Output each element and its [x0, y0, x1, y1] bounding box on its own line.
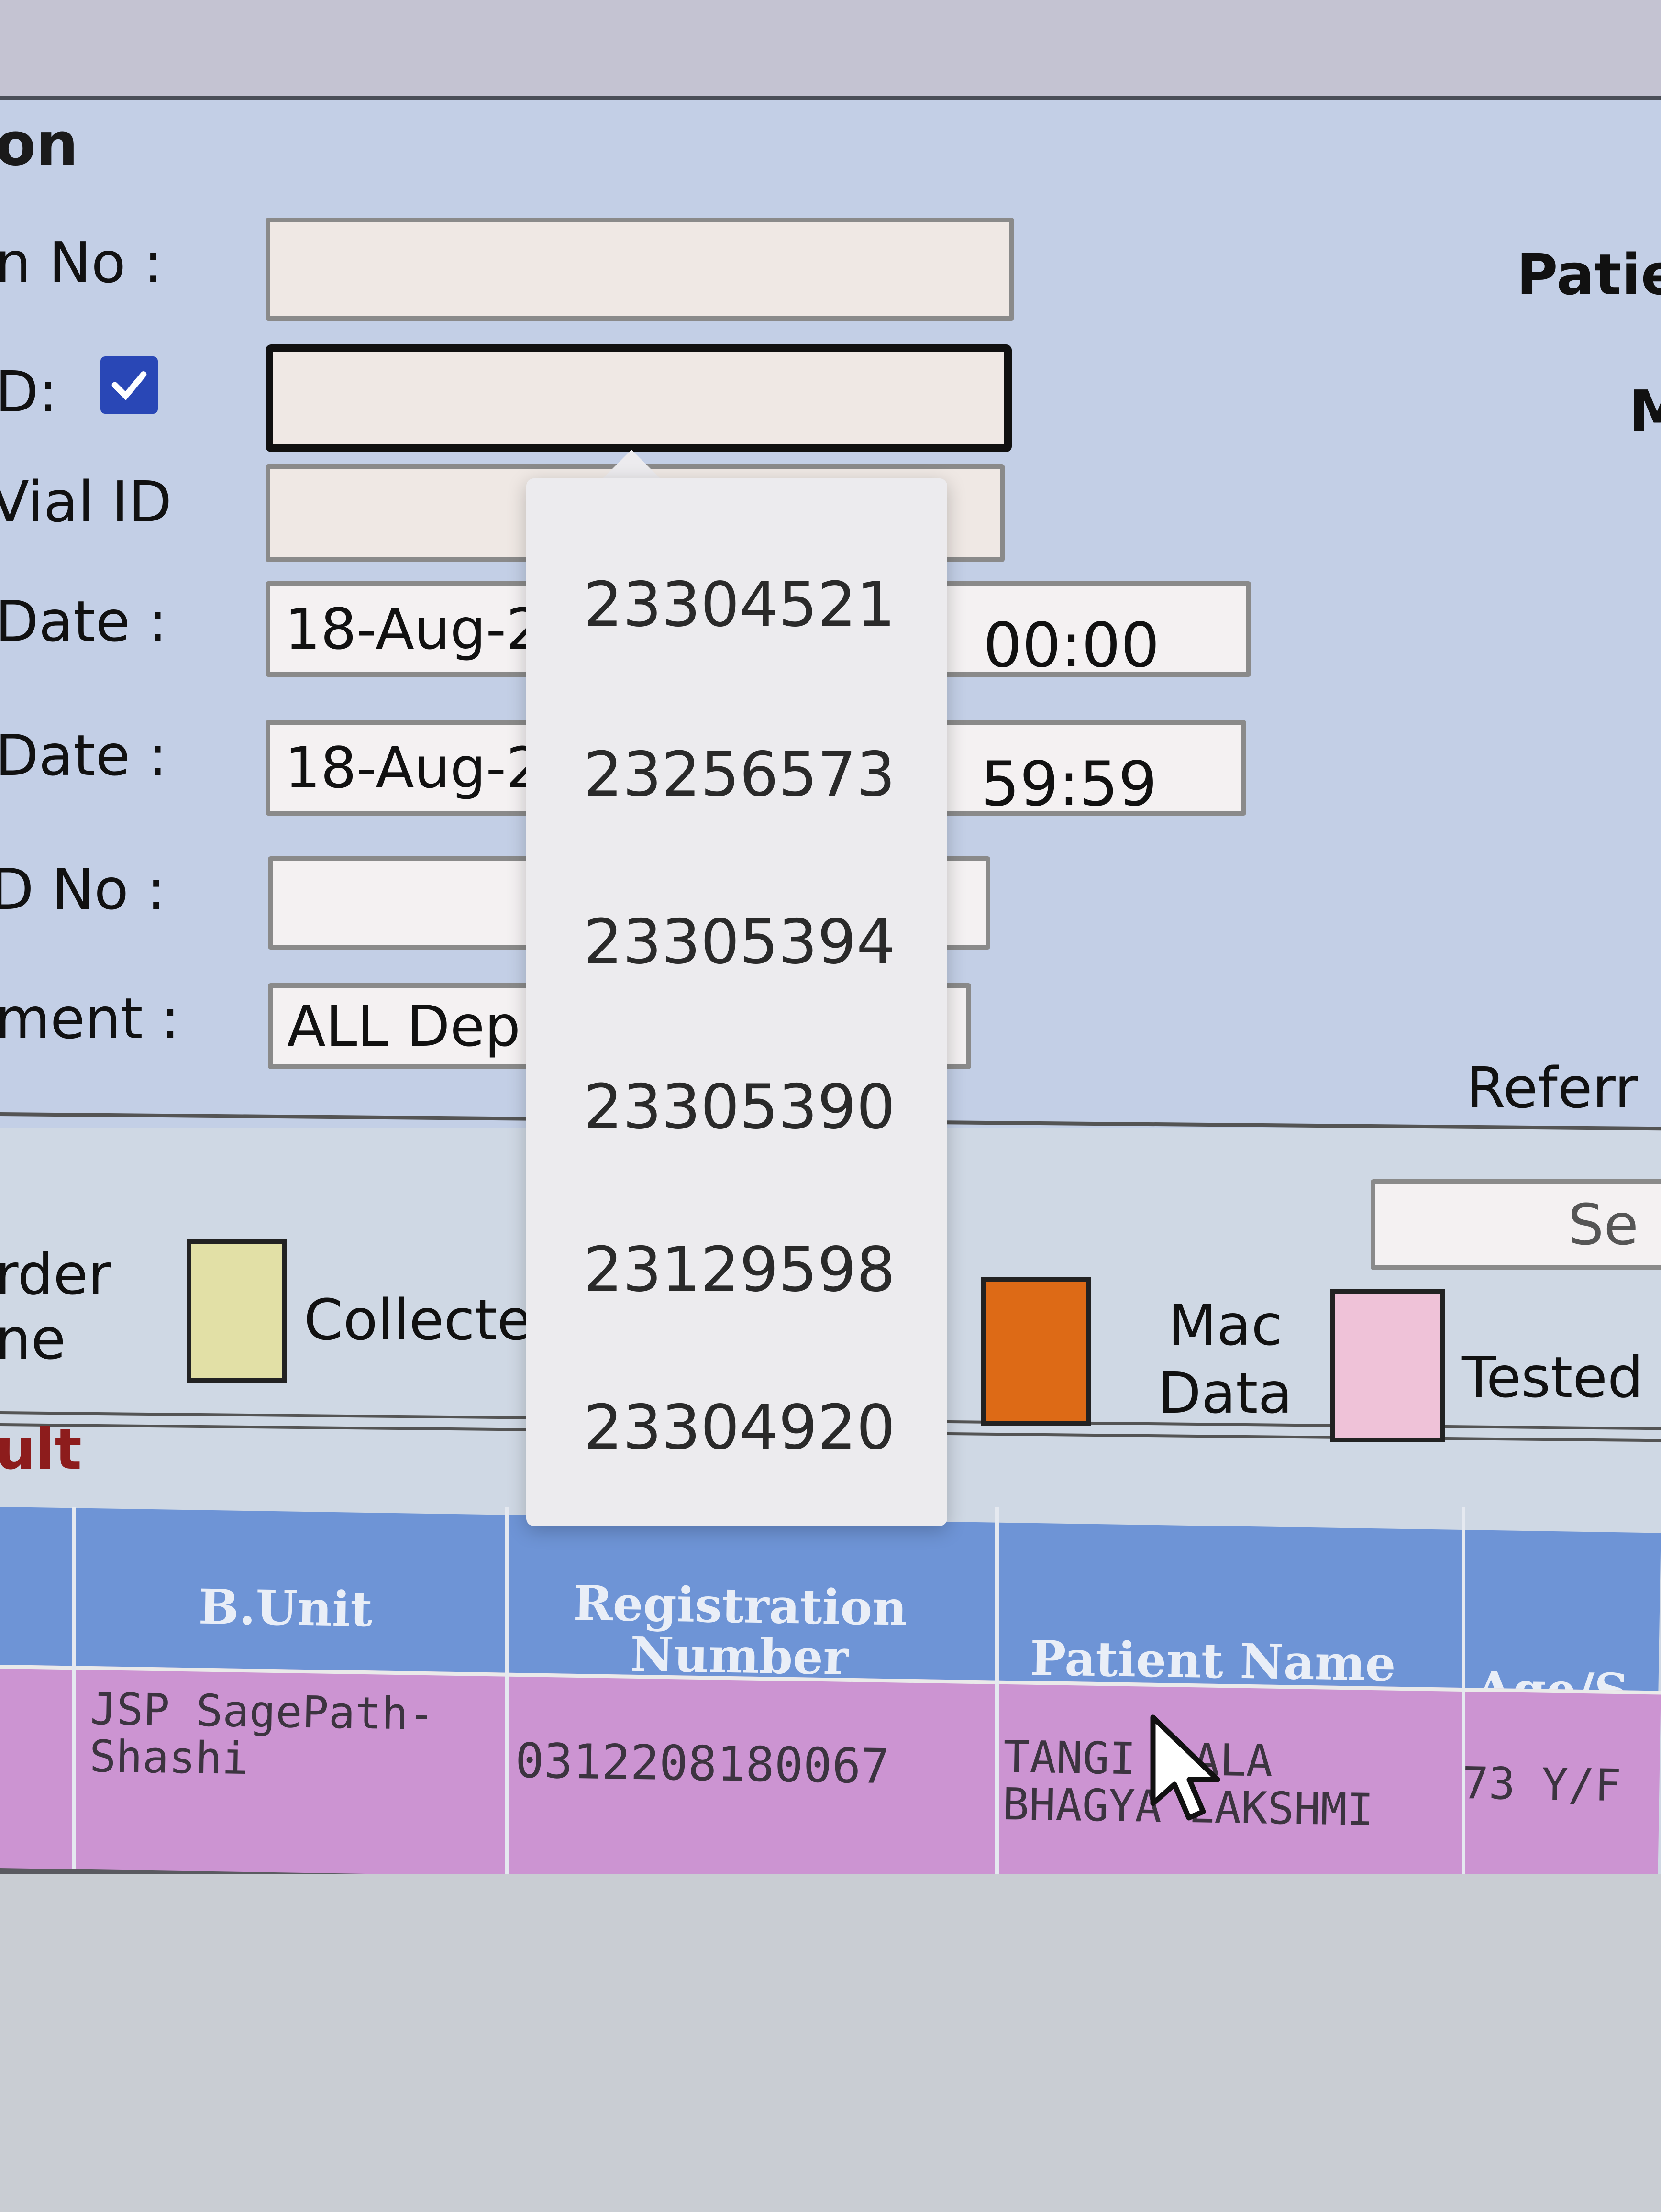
- cell-registration-number: 0312208180067: [515, 1732, 890, 1795]
- column-divider: [505, 1507, 509, 1875]
- op-no-label: D No :: [0, 856, 166, 922]
- cell-b-unit: JSP SagePath- Shashi: [89, 1683, 435, 1785]
- column-header-patient-name[interactable]: Patient Name: [1016, 1630, 1409, 1692]
- dropdown-option[interactable]: 23304920: [526, 1392, 947, 1463]
- legend-order-label: rder: [0, 1241, 111, 1307]
- column-divider: [72, 1507, 76, 1870]
- column-divider: [995, 1507, 999, 1880]
- from-time-value: 00:00: [983, 610, 1160, 681]
- m-label: M: [1629, 378, 1661, 444]
- search-button-label: Se: [1568, 1192, 1639, 1258]
- dropdown-option[interactable]: 23256573: [526, 739, 947, 810]
- column-header-b-unit[interactable]: B.Unit: [180, 1579, 391, 1638]
- to-date-label: Date :: [0, 722, 167, 788]
- referral-label: Referr: [1466, 1055, 1638, 1121]
- from-date-value: 18-Aug-2: [285, 596, 543, 662]
- department-label: ment :: [0, 985, 180, 1051]
- tested-color-swatch: [1330, 1289, 1445, 1442]
- legend-order-label-2: ne: [0, 1306, 66, 1372]
- id-label: D:: [0, 359, 58, 425]
- collected-color-swatch: [187, 1239, 287, 1382]
- tested-label: Tested: [1462, 1344, 1643, 1410]
- mouse-cursor-icon: [1150, 1714, 1220, 1821]
- empty-grid-area: [0, 1874, 1661, 2212]
- to-time-value: 59:59: [981, 749, 1157, 820]
- screen-top-edge: [0, 0, 1661, 100]
- id-checkbox[interactable]: [100, 356, 158, 414]
- table-row[interactable]: JSP SagePath- Shashi 0312208180067 TANGI…: [0, 1665, 1661, 1897]
- search-button[interactable]: Se: [1371, 1179, 1661, 1270]
- dropdown-option[interactable]: 23305390: [526, 1072, 947, 1143]
- department-value: ALL Dep: [287, 993, 521, 1059]
- dropdown-option[interactable]: 23129598: [526, 1234, 947, 1305]
- page-title: on: [0, 110, 78, 179]
- id-input[interactable]: [266, 344, 1012, 452]
- registration-no-input[interactable]: [266, 218, 1014, 321]
- vial-id-label: Vial ID: [0, 469, 172, 535]
- id-autocomplete-dropdown[interactable]: 23304521 23256573 23305394 23305390 2312…: [526, 478, 947, 1526]
- column-header-registration-number[interactable]: Registration Number: [524, 1575, 956, 1686]
- dropdown-option[interactable]: 23304521: [526, 569, 947, 641]
- mac-data-color-swatch: [981, 1277, 1091, 1426]
- mac-data-label: Mac Data: [1158, 1292, 1293, 1426]
- checkmark-icon: [111, 371, 147, 400]
- from-date-label: Date :: [0, 588, 167, 654]
- cell-age-sex: 73 Y/F: [1462, 1758, 1622, 1812]
- dropdown-option[interactable]: 23305394: [526, 907, 947, 978]
- result-section-title: ult: [0, 1416, 82, 1482]
- registration-no-label: n No :: [0, 230, 163, 296]
- to-date-value: 18-Aug-2: [285, 735, 543, 801]
- collected-label: Collecte: [304, 1287, 532, 1353]
- patient-label: Patie: [1517, 242, 1661, 308]
- column-divider: [1462, 1507, 1465, 1890]
